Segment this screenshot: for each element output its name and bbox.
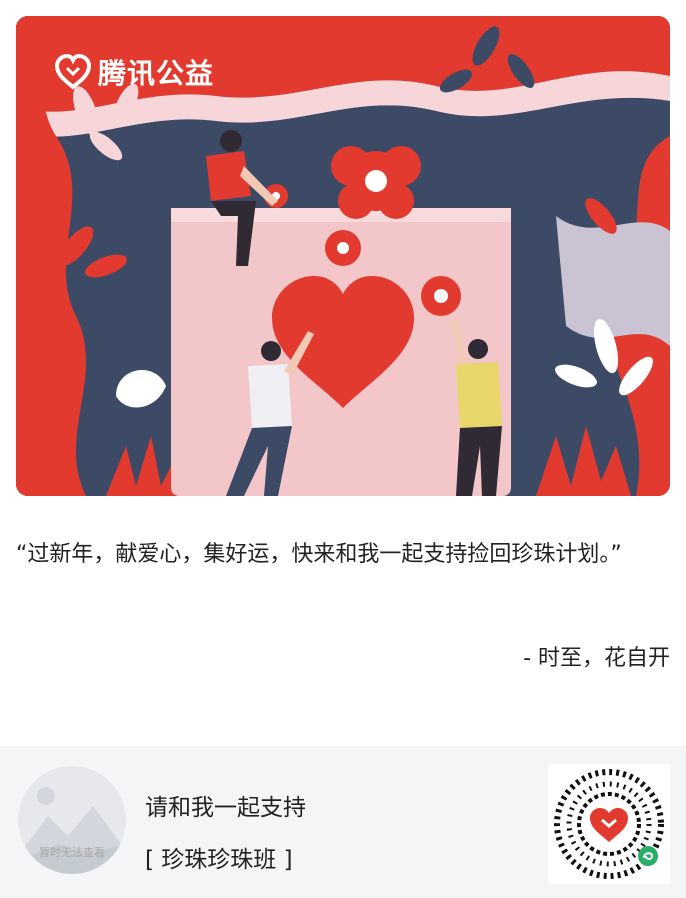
- mini-program-qr-code[interactable]: [548, 764, 670, 884]
- image-unavailable-text: 暂时无法查看: [39, 846, 105, 859]
- wechat-mini-program-badge-icon: [638, 846, 658, 866]
- project-thumbnail: 暂时无法查看: [18, 766, 126, 874]
- tencent-charity-brand: 腾讯公益: [54, 52, 214, 92]
- blessing-quote: “过新年，献爱心，集好运，快来和我一起支持捡回珍珠计划。”: [16, 542, 622, 567]
- support-text: 请和我一起支持: [145, 795, 306, 821]
- brand-text: 腾讯公益: [98, 57, 215, 90]
- project-name[interactable]: [ 珍珠珍珠班 ]: [145, 840, 293, 874]
- quote-author: - 时至，花自开: [523, 646, 670, 671]
- mini-program-qr-code-icon: [548, 764, 670, 884]
- share-card: 腾讯公益 “过新年，献爱心，集好运，快来和我一起支持捡回珍珠计划。” - 时至，…: [0, 0, 686, 898]
- campaign-illustration[interactable]: 腾讯公益: [16, 16, 670, 496]
- heart-logo-icon: [54, 53, 92, 90]
- support-footer[interactable]: 暂时无法查看 请和我一起支持 [ 珍珠珍珠班 ]: [0, 746, 686, 898]
